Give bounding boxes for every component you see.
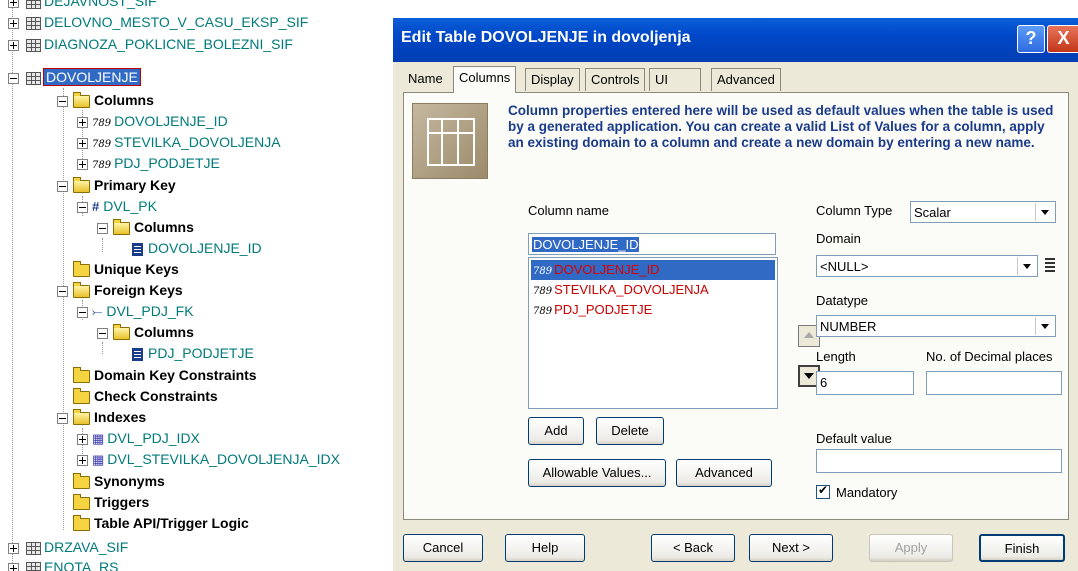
folder-icon (73, 366, 90, 383)
dialog-title: Edit Table DOVOLJENJE in dovoljenja (401, 29, 691, 46)
column-type-select[interactable]: Scalar (910, 201, 1056, 223)
list-item[interactable]: 789 DOVOLJENJE_ID (531, 260, 775, 280)
default-value-input[interactable] (816, 449, 1062, 473)
expand-icon[interactable] (8, 40, 19, 51)
close-icon[interactable]: X (1047, 25, 1078, 53)
collapse-icon[interactable] (57, 286, 68, 297)
expand-icon[interactable] (77, 138, 88, 149)
back-button[interactable]: < Back (651, 534, 735, 562)
expand-icon[interactable] (8, 543, 19, 554)
cancel-button[interactable]: Cancel (403, 534, 483, 562)
chevron-down-icon[interactable] (1017, 257, 1036, 275)
columns-panel: Column properties entered here will be u… (403, 92, 1069, 520)
collapse-icon[interactable] (8, 73, 19, 84)
help-icon[interactable]: ? (1017, 25, 1045, 53)
length-label: Length (816, 349, 856, 364)
tab-columns[interactable]: Columns (453, 66, 517, 93)
collapse-icon[interactable] (77, 307, 88, 318)
mandatory-checkbox[interactable] (816, 483, 830, 499)
collapse-icon[interactable] (57, 413, 68, 424)
number-column-icon: 789 (92, 118, 112, 129)
domain-label: Domain (816, 231, 861, 246)
expand-icon[interactable] (8, 563, 19, 571)
tab-ui[interactable]: UI (649, 68, 701, 91)
folder-open-icon (113, 218, 130, 235)
object-tree[interactable]: DEJAVNOST_SIF DELOVNO_MESTO_V_CASU_EKSP_… (0, 0, 392, 571)
folder-icon (73, 472, 90, 489)
folder-open-icon (113, 323, 130, 340)
folder-open-icon (73, 281, 90, 298)
edit-table-dialog: Edit Table DOVOLJENJE in dovoljenja ? X … (393, 18, 1078, 571)
collapse-icon[interactable] (77, 202, 88, 213)
collapse-icon[interactable] (57, 96, 68, 107)
foreign-key-icon: ⤚ (92, 304, 103, 319)
list-item[interactable]: 789 PDJ_PODJETJE (531, 300, 775, 320)
column-icon (132, 242, 143, 256)
advanced-button[interactable]: Advanced (676, 459, 772, 487)
allowable-values-button[interactable]: Allowable Values... (528, 459, 666, 487)
info-text: Column properties entered here will be u… (508, 103, 1054, 150)
column-icon (132, 347, 143, 361)
table-icon (26, 541, 41, 555)
datatype-select[interactable]: NUMBER (816, 315, 1056, 337)
delete-button[interactable]: Delete (596, 417, 664, 445)
add-button[interactable]: Add (528, 417, 584, 445)
decimal-places-label: No. of Decimal places (926, 349, 1053, 364)
folder-icon (73, 260, 90, 277)
table-icon (26, 16, 41, 30)
expand-icon[interactable] (77, 117, 88, 128)
folder-open-icon (73, 91, 90, 108)
tab-name[interactable]: Name (403, 68, 448, 90)
domain-select[interactable]: <NULL> (816, 255, 1038, 277)
folder-open-icon (73, 408, 90, 425)
table-icon (26, 0, 41, 9)
tab-display[interactable]: Display (525, 68, 580, 91)
table-grid-icon (412, 103, 488, 179)
dialog-title-bar[interactable]: Edit Table DOVOLJENJE in dovoljenja ? X (393, 18, 1078, 62)
number-column-icon: 789 (533, 306, 553, 317)
column-name-label: Column name (528, 203, 609, 218)
number-column-icon: 789 (92, 160, 112, 171)
help-button[interactable]: Help (505, 534, 585, 562)
folder-icon (73, 514, 90, 531)
table-icon (26, 561, 41, 571)
apply-button[interactable]: Apply (869, 534, 953, 562)
tab-controls[interactable]: Controls (585, 68, 646, 91)
expand-icon[interactable] (8, 0, 19, 8)
list-item[interactable]: 789 STEVILKA_DOVOLJENJA (531, 280, 775, 300)
folder-icon (73, 387, 90, 404)
number-column-icon: 789 (92, 139, 112, 150)
column-type-label: Column Type (816, 203, 893, 218)
index-icon: ▦ (92, 452, 105, 467)
column-list[interactable]: 789 DOVOLJENJE_ID 789 STEVILKA_DOVOLJENJA … (528, 257, 778, 409)
folder-icon (73, 493, 90, 510)
length-input[interactable]: 6 (816, 371, 914, 395)
table-icon (26, 38, 41, 52)
collapse-icon[interactable] (97, 328, 108, 339)
expand-icon[interactable] (77, 159, 88, 170)
chevron-down-icon[interactable] (1035, 317, 1054, 335)
next-button[interactable]: Next > (749, 534, 833, 562)
default-value-label: Default value (816, 431, 892, 446)
table-icon (26, 71, 41, 85)
finish-button[interactable]: Finish (979, 534, 1065, 562)
number-column-icon: 789 (533, 286, 553, 297)
index-icon: ▦ (92, 431, 105, 446)
number-column-icon: 789 (533, 266, 553, 277)
expand-icon[interactable] (77, 434, 88, 445)
expand-icon[interactable] (8, 18, 19, 29)
mandatory-label: Mandatory (836, 485, 898, 500)
folder-open-icon (73, 176, 90, 193)
tab-advanced[interactable]: Advanced (711, 68, 781, 91)
primary-key-icon: # (92, 199, 100, 214)
chevron-down-icon[interactable] (1035, 203, 1054, 221)
column-name-input[interactable]: DOVOLJENJE_ID (528, 233, 776, 255)
decimal-places-input[interactable] (926, 371, 1062, 395)
collapse-icon[interactable] (57, 181, 68, 192)
datatype-label: Datatype (816, 293, 869, 308)
collapse-icon[interactable] (97, 223, 108, 234)
expand-icon[interactable] (77, 455, 88, 466)
list-icon[interactable] (1042, 255, 1058, 277)
